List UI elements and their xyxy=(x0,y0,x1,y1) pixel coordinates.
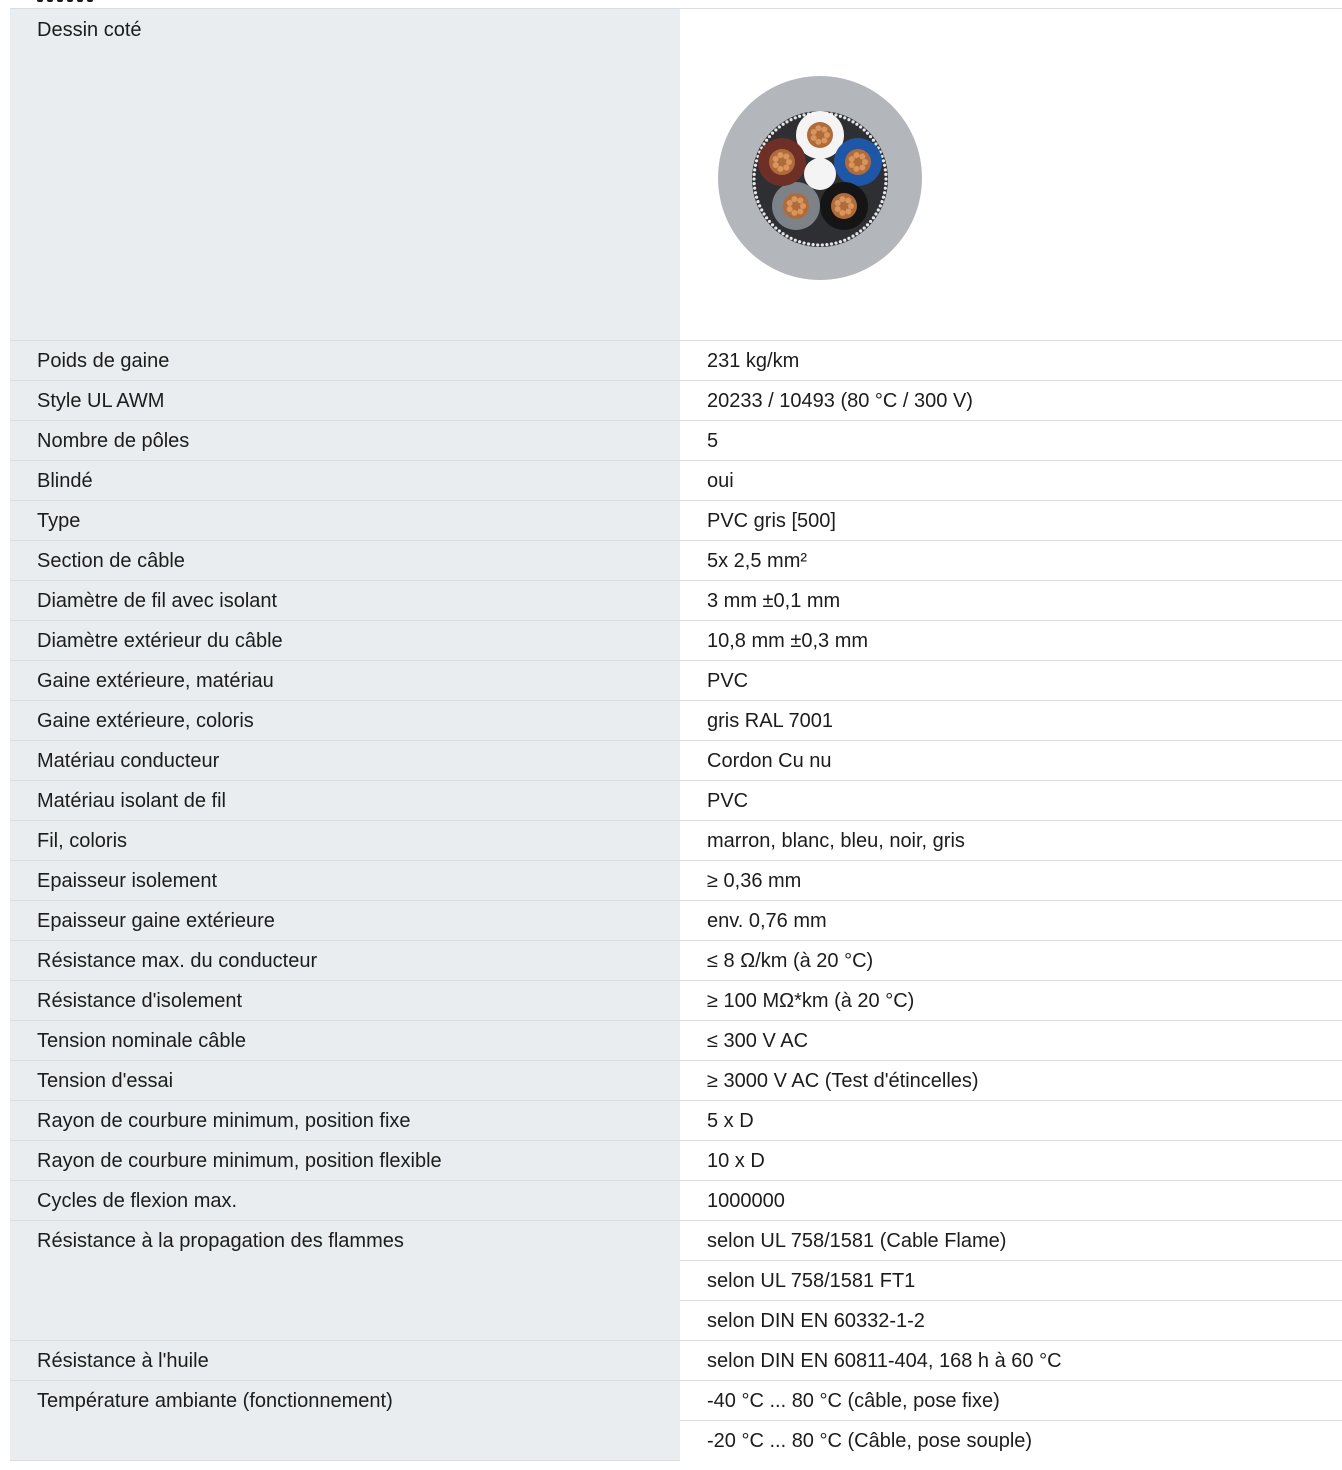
specifications-table: Dessin coté Poids de gaine 231 kg/km Style… xyxy=(10,9,1342,1461)
flame-resistance-label: Résistance à la propagation des flammes xyxy=(10,1220,680,1341)
table-row: Résistance à la propagation des flammes … xyxy=(10,1220,1342,1341)
spec-label: Section de câble xyxy=(10,540,680,581)
spec-value: Cordon Cu nu xyxy=(680,740,1342,781)
spec-label: Gaine extérieure, matériau xyxy=(10,660,680,701)
spec-value: ≤ 8 Ω/km (à 20 °C) xyxy=(680,940,1342,981)
spec-value: PVC gris [500] xyxy=(680,500,1342,541)
table-row: Style UL AWM 20233 / 10493 (80 °C / 300 V… xyxy=(10,380,1342,421)
table-row: Rayon de courbure minimum, position fixe… xyxy=(10,1100,1342,1141)
table-row: Cycles de flexion max. 1000000 xyxy=(10,1180,1342,1221)
table-row: Fil, coloris marron, blanc, bleu, noir, g… xyxy=(10,820,1342,861)
flame-resistance-value-2: selon UL 758/1581 FT1 xyxy=(680,1260,1342,1301)
table-row: Type PVC gris [500] xyxy=(10,500,1342,541)
spec-value: ≥ 0,36 mm xyxy=(680,860,1342,901)
table-row: Résistance max. du conducteur ≤ 8 Ω/km (à… xyxy=(10,940,1342,981)
spec-value: 20233 / 10493 (80 °C / 300 V) xyxy=(680,380,1342,421)
spec-label: Type xyxy=(10,500,680,541)
ambient-temperature-label: Température ambiante (fonctionnement) xyxy=(10,1380,680,1461)
spec-value: 5 x D xyxy=(680,1100,1342,1141)
table-row-drawing: Dessin coté xyxy=(10,9,1342,341)
table-row: Diamètre extérieur du câble 10,8 mm ±0,3 … xyxy=(10,620,1342,661)
cropped-heading xyxy=(0,0,1342,8)
oil-resistance-label: Résistance à l'huile xyxy=(10,1340,680,1381)
spec-value: 1000000 xyxy=(680,1180,1342,1221)
table-row: Poids de gaine 231 kg/km xyxy=(10,340,1342,381)
table-row: Matériau isolant de fil PVC xyxy=(10,780,1342,821)
table-row: Tension d'essai ≥ 3000 V AC (Test d'étinc… xyxy=(10,1060,1342,1101)
cable-cross-section-icon xyxy=(718,76,922,280)
table-row: Tension nominale câble ≤ 300 V AC xyxy=(10,1020,1342,1061)
spec-value: PVC xyxy=(680,660,1342,701)
table-row: Epaisseur isolement ≥ 0,36 mm xyxy=(10,860,1342,901)
spec-label: Blindé xyxy=(10,460,680,501)
spec-value: ≤ 300 V AC xyxy=(680,1020,1342,1061)
flame-resistance-value-3: selon DIN EN 60332-1-2 xyxy=(680,1300,1342,1341)
spec-label: Fil, coloris xyxy=(10,820,680,861)
table-row: Diamètre de fil avec isolant 3 mm ±0,1 mm xyxy=(10,580,1342,621)
table-row: Nombre de pôles 5 xyxy=(10,420,1342,461)
table-row: Résistance à l'huile selon DIN EN 60811-… xyxy=(10,1340,1342,1381)
drawing-cell xyxy=(680,9,1342,341)
spec-value: ≥ 100 MΩ*km (à 20 °C) xyxy=(680,980,1342,1021)
spec-label: Résistance max. du conducteur xyxy=(10,940,680,981)
table-row: Rayon de courbure minimum, position flex… xyxy=(10,1140,1342,1181)
spec-value: 3 mm ±0,1 mm xyxy=(680,580,1342,621)
table-row: Température ambiante (fonctionnement) -4… xyxy=(10,1380,1342,1461)
table-row: Matériau conducteur Cordon Cu nu xyxy=(10,740,1342,781)
spec-label: Rayon de courbure minimum, position fixe xyxy=(10,1100,680,1141)
spec-value: env. 0,76 mm xyxy=(680,900,1342,941)
spec-value: gris RAL 7001 xyxy=(680,700,1342,741)
table-row: Blindé oui xyxy=(10,460,1342,501)
spec-label: Tension nominale câble xyxy=(10,1020,680,1061)
spec-label: Epaisseur isolement xyxy=(10,860,680,901)
spec-value: 5x 2,5 mm² xyxy=(680,540,1342,581)
ambient-temperature-value-2: -20 °C ... 80 °C (Câble, pose souple) xyxy=(707,1429,1033,1452)
spec-label: Matériau conducteur xyxy=(10,740,680,781)
spec-label: Gaine extérieure, coloris xyxy=(10,700,680,741)
spec-label: Epaisseur gaine extérieure xyxy=(10,900,680,941)
spec-value: 10,8 mm ±0,3 mm xyxy=(680,620,1342,661)
spec-value: PVC xyxy=(680,780,1342,821)
spec-value: 231 kg/km xyxy=(680,340,1342,381)
spec-value: 10 x D xyxy=(680,1140,1342,1181)
table-row: Gaine extérieure, matériau PVC xyxy=(10,660,1342,701)
table-row: Résistance d'isolement ≥ 100 MΩ*km (à 20 … xyxy=(10,980,1342,1021)
spec-label: Résistance d'isolement xyxy=(10,980,680,1021)
spec-label: Rayon de courbure minimum, position flex… xyxy=(10,1140,680,1181)
spec-label: Diamètre de fil avec isolant xyxy=(10,580,680,621)
table-row: Epaisseur gaine extérieure env. 0,76 mm xyxy=(10,900,1342,941)
drawing-label: Dessin coté xyxy=(10,9,680,341)
spec-label: Poids de gaine xyxy=(10,340,680,381)
spec-value: ≥ 3000 V AC (Test d'étincelles) xyxy=(680,1060,1342,1101)
flame-resistance-value-1: selon UL 758/1581 (Cable Flame) xyxy=(680,1220,1342,1261)
spec-label: Style UL AWM xyxy=(10,380,680,421)
spec-value: 5 xyxy=(680,420,1342,461)
spec-value: marron, blanc, bleu, noir, gris xyxy=(680,820,1342,861)
spec-label: Nombre de pôles xyxy=(10,420,680,461)
spec-label: Matériau isolant de fil xyxy=(10,780,680,821)
spec-value: oui xyxy=(680,460,1342,501)
spec-label: Diamètre extérieur du câble xyxy=(10,620,680,661)
spec-label: Cycles de flexion max. xyxy=(10,1180,680,1221)
spec-label: Tension d'essai xyxy=(10,1060,680,1101)
table-row: Gaine extérieure, coloris gris RAL 7001 xyxy=(10,700,1342,741)
table-row: Section de câble 5x 2,5 mm² xyxy=(10,540,1342,581)
oil-resistance-value: selon DIN EN 60811-404, 168 h à 60 °C xyxy=(680,1340,1342,1381)
ambient-temperature-value-1: -40 °C ... 80 °C (câble, pose fixe) xyxy=(680,1380,1342,1421)
